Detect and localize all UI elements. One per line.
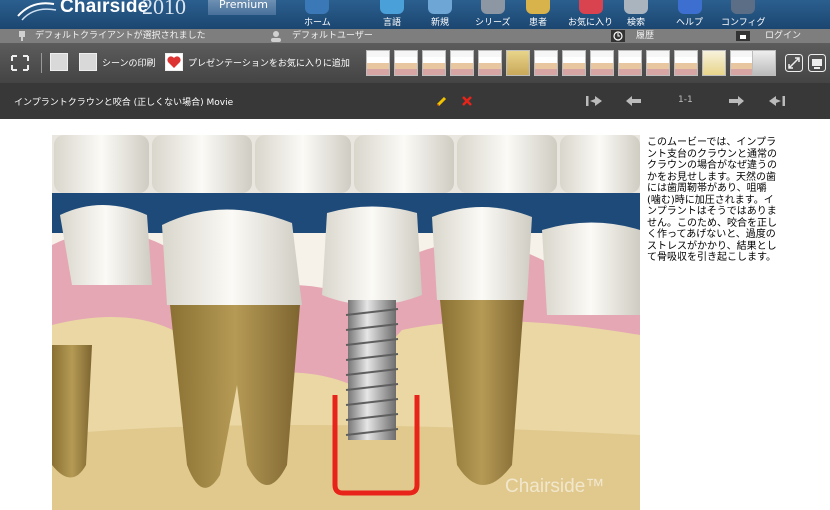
logo-icon — [17, 2, 57, 21]
last-page-icon[interactable] — [768, 96, 786, 106]
config-icon — [731, 0, 756, 14]
status-bar: デフォルトクライアントが選択されました デフォルトユーザー 履歴 ログイン — [0, 29, 830, 43]
new-icon — [428, 0, 452, 14]
toolbar: シーンの印刷 プレゼンテーションをお気に入りに追加 — [0, 43, 830, 83]
premium-badge: Premium — [208, 0, 276, 15]
client-status: デフォルトクライアントが選択されました — [35, 31, 206, 41]
help-icon — [677, 0, 702, 14]
nav-favorites-button[interactable]: お気に入り — [568, 0, 613, 29]
app-year: 2010 — [142, 0, 186, 19]
scene-thumbnail[interactable] — [506, 50, 530, 76]
movie-description: このムービーでは、インプラント支台のクラウンと通常のクラウンの場合がなぜ違うのか… — [647, 137, 777, 263]
home-icon — [305, 0, 330, 14]
scene-thumbnail[interactable] — [562, 50, 586, 76]
page-indicator: 1-1 — [678, 95, 693, 105]
scene-thumbnail[interactable] — [590, 50, 614, 76]
client-icon — [19, 31, 25, 41]
nav-label: 検索 — [626, 18, 645, 28]
nav-home-button[interactable]: ホーム — [304, 0, 331, 29]
print-scene-button[interactable]: シーンの印刷 — [102, 56, 156, 69]
lock-icon — [736, 31, 750, 41]
scene-thumbnail[interactable] — [450, 50, 474, 76]
first-page-icon[interactable] — [585, 96, 603, 106]
user-status: デフォルトユーザー — [292, 31, 373, 41]
scene-thumbnail[interactable] — [702, 50, 726, 76]
app-header: Chairside 2010 Premium ホーム 言語 新規 シリーズ 患者… — [0, 0, 830, 29]
nav-config-button[interactable]: コンフィグ — [721, 0, 766, 29]
nav-series-button[interactable]: シリーズ — [475, 0, 511, 29]
nav-help-button[interactable]: ヘルプ — [676, 0, 703, 29]
scene-thumbnail[interactable] — [646, 50, 670, 76]
scene-thumbnail[interactable] — [366, 50, 390, 76]
edit-pencil-icon[interactable] — [436, 95, 448, 107]
nav-search-button[interactable]: 検索 — [624, 0, 648, 29]
previous-page-icon[interactable] — [626, 96, 641, 106]
toolbar-divider — [41, 53, 42, 73]
favorite-heart-icon[interactable] — [165, 53, 183, 71]
premium-label: Premium — [219, 0, 268, 11]
movie-titlebar: インプラントクラウンと咬合 (正しくない場合) Movie 1-1 — [0, 83, 830, 119]
patient-icon — [526, 0, 550, 14]
add-favorite-button[interactable]: プレゼンテーションをお気に入りに追加 — [188, 56, 350, 69]
expand-icon[interactable] — [785, 54, 803, 72]
scene-thumbnail[interactable] — [730, 50, 754, 76]
fullscreen-icon[interactable] — [11, 55, 29, 71]
scene-thumbnail[interactable] — [674, 50, 698, 76]
login-link[interactable]: ログイン — [765, 29, 801, 43]
language-icon — [380, 0, 404, 14]
nav-label: 患者 — [528, 18, 547, 28]
scene-thumbnail[interactable] — [478, 50, 502, 76]
history-icon[interactable] — [611, 30, 625, 42]
scene-thumbnail[interactable] — [752, 50, 776, 76]
nav-label: お気に入り — [568, 18, 614, 28]
print-scene-icon[interactable] — [79, 53, 97, 71]
scene-thumbnail[interactable] — [394, 50, 418, 76]
search-icon — [624, 0, 648, 14]
movie-title: インプラントクラウンと咬合 (正しくない場合) Movie — [14, 98, 234, 108]
nav-new-button[interactable]: 新規 — [428, 0, 452, 29]
nav-label: ホーム — [304, 18, 331, 28]
nav-label: シリーズ — [475, 18, 511, 28]
history-link[interactable]: 履歴 — [636, 29, 654, 43]
next-page-icon[interactable] — [729, 96, 744, 106]
scene-thumbnail[interactable] — [534, 50, 558, 76]
single-view-button[interactable] — [50, 53, 68, 71]
favorites-icon — [578, 0, 603, 14]
nav-language-button[interactable]: 言語 — [380, 0, 404, 29]
chairside-watermark: Chairside™ — [505, 476, 605, 497]
nav-label: コンフィグ — [721, 18, 766, 28]
implant-illustration — [52, 135, 640, 510]
nav-patient-button[interactable]: 患者 — [526, 0, 550, 29]
delete-x-icon[interactable] — [462, 96, 472, 106]
nav-label: 言語 — [382, 18, 401, 28]
user-icon — [271, 31, 281, 42]
scene-thumbnail[interactable] — [422, 50, 446, 76]
nav-label: ヘルプ — [676, 18, 704, 28]
nav-label: 新規 — [430, 18, 449, 28]
movie-frame[interactable] — [52, 135, 640, 510]
presentation-icon[interactable] — [808, 54, 826, 72]
scene-thumbnail[interactable] — [618, 50, 642, 76]
series-icon — [480, 0, 505, 14]
app-name: Chairside — [60, 0, 149, 17]
